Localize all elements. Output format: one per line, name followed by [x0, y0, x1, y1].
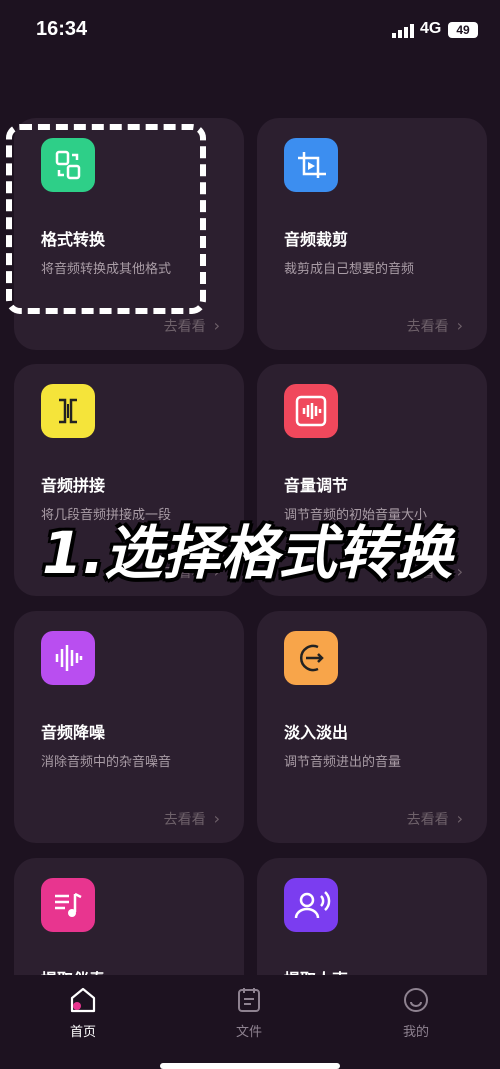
tab-label: 我的	[402, 1025, 429, 1040]
join-icon	[41, 384, 95, 438]
voice-icon	[284, 878, 338, 932]
tool-grid: 格式转换 将音频转换成其他格式 去看看 › 音频裁剪 裁剪成自己想要的音频 去看看…	[0, 0, 500, 975]
card-title: 提取人声	[284, 966, 348, 975]
tab-mine[interactable]: 我的	[376, 985, 456, 1045]
card-desc: 调节音频进出的音量	[284, 755, 402, 770]
link-label: 去看看	[163, 319, 206, 335]
chevron-right-icon: ›	[456, 809, 463, 828]
card-extract-voice[interactable]: 提取人声	[257, 858, 487, 975]
card-fade[interactable]: 淡入淡出 调节音频进出的音量 去看看 ›	[257, 611, 487, 843]
card-title: 淡入淡出	[284, 723, 349, 742]
tab-home[interactable]: 首页	[43, 985, 123, 1045]
screen: 16:34 4G 49 格式转换 将音频转换成其他格式 去看看 › 音频裁剪 裁剪…	[0, 0, 500, 1069]
card-desc: 裁剪成自己想要的音频	[284, 262, 415, 277]
music-list-icon	[41, 878, 95, 932]
home-indicator	[160, 1063, 340, 1069]
denoise-waveform-icon	[41, 631, 95, 685]
chevron-right-icon: ›	[213, 316, 220, 335]
go-see-link[interactable]: 去看看 ›	[164, 809, 220, 829]
crop-icon	[284, 138, 338, 192]
home-icon	[70, 987, 96, 1013]
card-title: 音频裁剪	[284, 230, 349, 249]
go-see-link[interactable]: 去看看 ›	[407, 809, 463, 829]
link-label: 去看看	[163, 812, 206, 828]
card-title: 音量调节	[284, 476, 349, 495]
card-title: 提取伴奏	[41, 966, 105, 975]
tab-label: 首页	[69, 1025, 96, 1040]
card-extract-accompaniment[interactable]: 提取伴奏	[14, 858, 244, 975]
chevron-right-icon: ›	[456, 316, 463, 335]
tab-label: 文件	[235, 1025, 262, 1040]
card-desc: 消除音频中的杂音噪音	[41, 755, 172, 770]
file-icon	[238, 988, 260, 1012]
card-title: 音频拼接	[41, 476, 106, 495]
chevron-right-icon: ›	[456, 562, 463, 581]
go-see-link[interactable]: 去看看 ›	[164, 316, 220, 336]
card-audio-crop[interactable]: 音频裁剪 裁剪成自己想要的音频 去看看 ›	[257, 118, 487, 350]
highlight-dashed-outline	[6, 124, 206, 314]
volume-waveform-icon	[284, 384, 338, 438]
tab-files[interactable]: 文件	[209, 985, 289, 1045]
link-label: 去看看	[406, 319, 449, 335]
tab-bar: 首页 文件 我的	[0, 975, 500, 1069]
instruction-caption: 1.选择格式转换	[42, 519, 453, 587]
go-see-link[interactable]: 去看看 ›	[407, 316, 463, 336]
link-label: 去看看	[406, 812, 449, 828]
card-title: 音频降噪	[41, 723, 106, 742]
profile-icon	[404, 988, 428, 1012]
card-denoise[interactable]: 音频降噪 消除音频中的杂音噪音 去看看 ›	[14, 611, 244, 843]
chevron-right-icon: ›	[213, 809, 220, 828]
fade-icon	[284, 631, 338, 685]
